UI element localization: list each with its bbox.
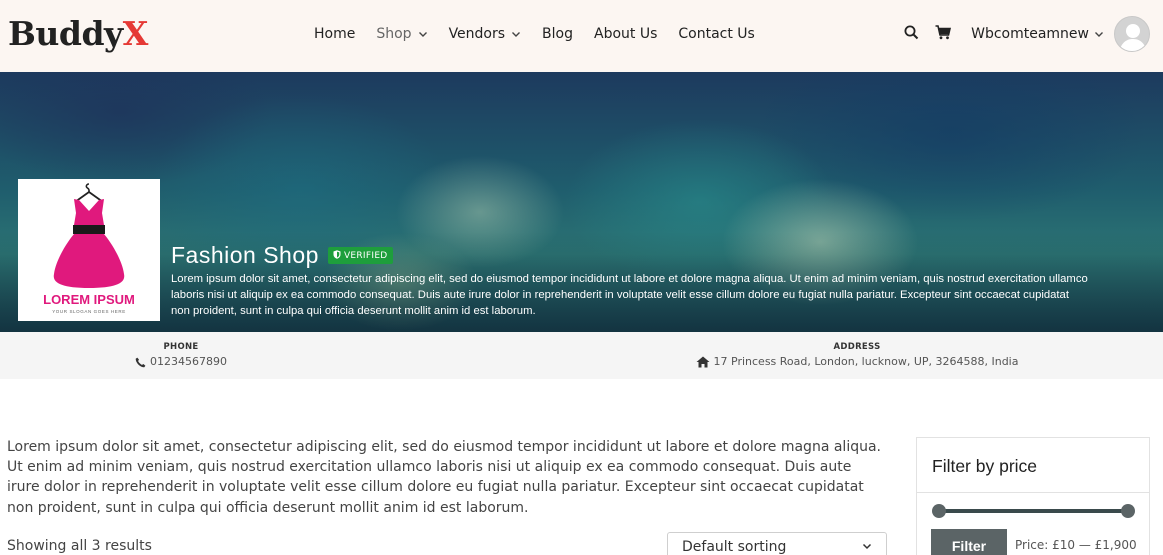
- store-description-line: non proident, sunt in culpa qui officia …: [171, 305, 536, 317]
- verified-label: VERIFIED: [343, 250, 388, 261]
- logo-tagline-text: YOUR SLOGAN GOES HERE: [52, 309, 126, 314]
- nav-item-label: Blog: [542, 26, 573, 42]
- filter-by-price-widget: Filter by price Filter Price: £10 — £1,9…: [916, 437, 1150, 555]
- logo-brand-text: LOREM IPSUM: [43, 292, 135, 307]
- phone-icon: [135, 357, 146, 368]
- default-avatar-icon: [1119, 24, 1147, 51]
- nav-item-home[interactable]: Home: [314, 26, 355, 42]
- nav-item-vendors[interactable]: Vendors: [449, 26, 521, 42]
- sorting-select[interactable]: Default sorting: [667, 532, 887, 555]
- store-title-row: Fashion Shop VERIFIED: [171, 242, 393, 269]
- address-info: ADDRESS 17 Princess Road, London, luckno…: [692, 342, 1022, 369]
- result-count: Showing all 3 results: [7, 538, 152, 554]
- store-description-line: Lorem ipsum dolor sit amet, consectetur …: [171, 273, 1088, 285]
- search-button[interactable]: [901, 24, 921, 44]
- nav-item-shop[interactable]: Shop: [376, 26, 427, 42]
- shield-icon: [333, 249, 341, 262]
- store-about-text: Lorem ipsum dolor sit amet, consectetur …: [7, 439, 881, 516]
- site-header: BuddyX Home Shop Vendors Blog About Us C…: [0, 0, 1163, 72]
- chevron-down-icon: [862, 539, 872, 555]
- avatar[interactable]: [1114, 16, 1150, 52]
- store-banner: LOREM IPSUM YOUR SLOGAN GOES HERE Fashio…: [0, 72, 1163, 332]
- chevron-down-icon: [511, 29, 521, 39]
- slider-track: [938, 509, 1129, 513]
- slider-min-handle[interactable]: [932, 504, 946, 518]
- nav-item-label: Shop: [376, 26, 412, 42]
- phone-value: 01234567890: [150, 355, 227, 368]
- nav-item-label: Vendors: [448, 26, 506, 42]
- address-label: ADDRESS: [833, 342, 881, 352]
- home-icon: [696, 356, 710, 368]
- logo-text: Buddy: [8, 14, 123, 53]
- sorting-selected-value: Default sorting: [682, 539, 787, 555]
- cart-icon: [935, 24, 952, 44]
- price-range-label: Price: £10 — £1,900: [1015, 538, 1137, 552]
- main-nav: Home Shop Vendors Blog About Us Contact …: [314, 24, 776, 44]
- nav-item-blog[interactable]: Blog: [542, 26, 573, 42]
- store-name: Fashion Shop: [171, 242, 319, 268]
- store-description: Lorem ipsum dolor sit amet, consectetur …: [171, 271, 1163, 319]
- phone-value-row: 01234567890: [135, 355, 227, 369]
- nav-item-about-us[interactable]: About Us: [594, 26, 657, 42]
- header-actions: Wbcomteamnew: [901, 14, 1163, 54]
- dress-on-hanger-icon: [53, 183, 125, 288]
- search-icon: [904, 25, 919, 44]
- nav-item-contact-us[interactable]: Contact Us: [678, 26, 754, 42]
- store-logo: LOREM IPSUM YOUR SLOGAN GOES HERE: [18, 179, 160, 321]
- verified-badge: VERIFIED: [327, 247, 393, 264]
- slider-max-handle[interactable]: [1121, 504, 1135, 518]
- store-description-line: laboris nisi ut aliquip ex ea commodo co…: [171, 289, 1069, 301]
- chevron-down-icon: [1094, 29, 1104, 39]
- phone-label: PHONE: [163, 342, 199, 352]
- chevron-down-icon: [418, 29, 428, 39]
- user-menu[interactable]: Wbcomteamnew: [971, 26, 1104, 42]
- address-value-row: 17 Princess Road, London, lucknow, UP, 3…: [692, 355, 1022, 369]
- widget-title: Filter by price: [917, 438, 1149, 493]
- filter-button[interactable]: Filter: [931, 529, 1007, 555]
- username: Wbcomteamnew: [971, 26, 1089, 42]
- phone-info: PHONE 01234567890: [135, 342, 227, 369]
- nav-item-label: Home: [314, 26, 356, 42]
- logo-accent-text: X: [122, 14, 149, 53]
- store-info-strip: PHONE 01234567890 ADDRESS 17 Princess Ro…: [0, 332, 1163, 379]
- address-value: 17 Princess Road, London, lucknow, UP, 3…: [713, 355, 1019, 368]
- cart-button[interactable]: [933, 24, 953, 44]
- nav-item-label: About Us: [594, 26, 658, 42]
- site-logo[interactable]: BuddyX: [8, 14, 148, 54]
- price-range-slider[interactable]: [932, 504, 1135, 518]
- nav-item-label: Contact Us: [678, 26, 755, 42]
